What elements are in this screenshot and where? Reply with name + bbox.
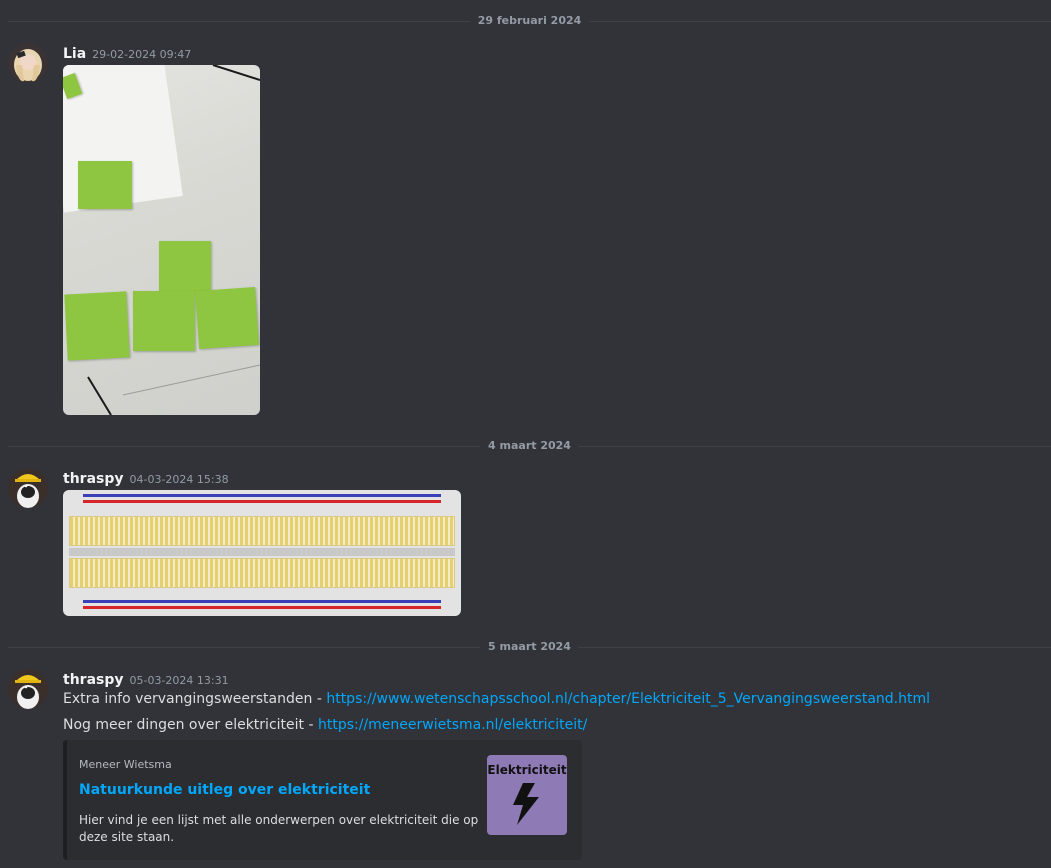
penguin-hardhat-avatar[interactable] — [8, 468, 48, 508]
thumbnail-text: Elektriciteit — [487, 763, 567, 777]
author-name[interactable]: thraspy — [63, 471, 124, 487]
embed-title[interactable]: Natuurkunde uitleg over elektriciteit — [79, 782, 370, 798]
power-rail-red — [83, 500, 441, 503]
author-name[interactable]: thraspy — [63, 672, 124, 688]
message-header: thraspy 05-03-2024 13:31 — [63, 669, 229, 689]
message-link[interactable]: https://meneerwietsma.nl/elektriciteit/ — [318, 717, 587, 733]
center-channel — [69, 548, 455, 556]
date-divider: 29 februari 2024 — [8, 14, 1051, 27]
author-name[interactable]: Lia — [63, 46, 86, 62]
message-link[interactable]: https://www.wetenschapsschool.nl/chapter… — [326, 691, 930, 707]
breadboard-image[interactable] — [63, 490, 461, 616]
date-divider-label: 29 februari 2024 — [469, 14, 590, 27]
message-line-text: Nog meer dingen over elektriciteit - — [63, 717, 318, 733]
penguin-hardhat-avatar[interactable] — [8, 669, 48, 709]
date-divider: 5 maart 2024 — [8, 640, 1051, 653]
embed-provider[interactable]: Meneer Wietsma — [79, 758, 172, 771]
message-header: Lia 29-02-2024 09:47 — [63, 43, 191, 63]
power-rail-red — [83, 606, 441, 609]
pen-lines — [87, 65, 260, 415]
power-rail-blue — [83, 494, 441, 497]
embed-thumbnail[interactable]: Elektriciteit — [487, 755, 567, 835]
embed-description: Hier vind je een lijst met alle onderwer… — [79, 813, 479, 844]
message-text: Extra info vervangingsweerstanden - http… — [63, 691, 930, 707]
user-avatar[interactable] — [8, 43, 48, 83]
message-header: thraspy 04-03-2024 15:38 — [63, 468, 229, 488]
photo-attachment[interactable] — [63, 65, 260, 415]
hole-strip-bottom — [69, 558, 455, 588]
timestamp[interactable]: 29-02-2024 09:47 — [92, 48, 191, 61]
date-divider-label: 5 maart 2024 — [480, 640, 579, 653]
lightning-bolt-icon — [513, 783, 539, 825]
date-divider: 4 maart 2024 — [8, 439, 1051, 452]
message-line-text: Extra info vervangingsweerstanden - — [63, 691, 327, 707]
power-rail-blue — [83, 600, 441, 603]
timestamp[interactable]: 04-03-2024 15:38 — [130, 473, 229, 486]
hole-strip-top — [69, 516, 455, 546]
date-divider-label: 4 maart 2024 — [480, 439, 579, 452]
message-text: Nog meer dingen over elektriciteit - htt… — [63, 717, 587, 733]
timestamp[interactable]: 05-03-2024 13:31 — [130, 674, 229, 687]
link-embed: Meneer Wietsma Natuurkunde uitleg over e… — [63, 740, 582, 860]
